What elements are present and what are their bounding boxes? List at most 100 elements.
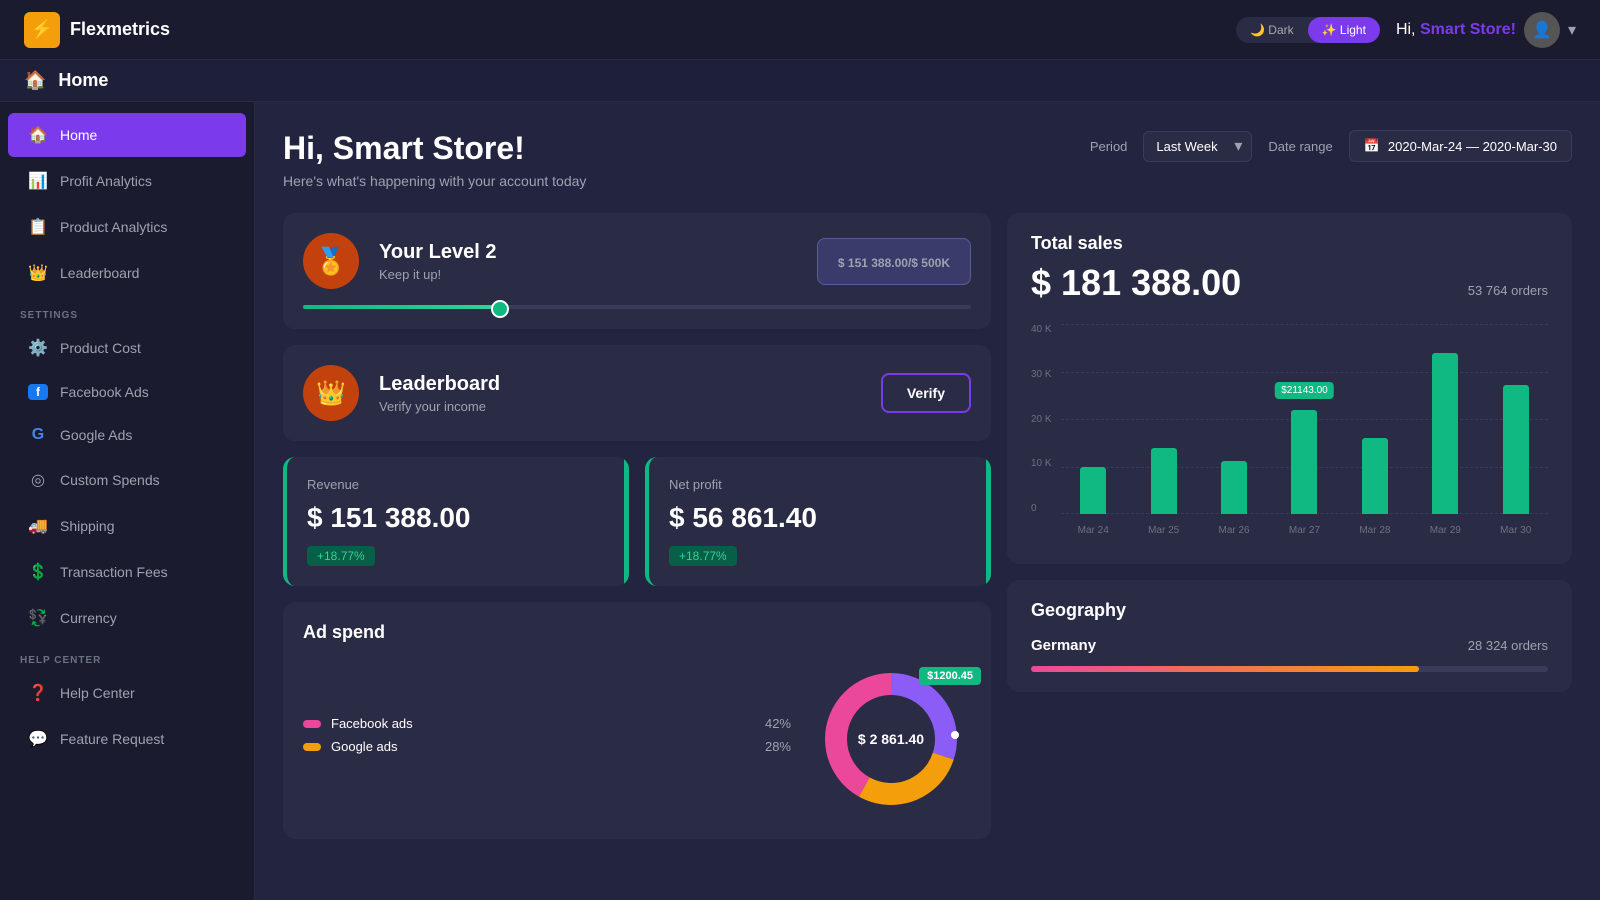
custom-spends-icon: ◎ (28, 470, 48, 490)
sidebar-item-product-analytics[interactable]: 📋 Product Analytics (8, 205, 246, 249)
bar-label-mar29: Mar 29 (1430, 525, 1461, 536)
sidebar-item-transaction-fees-label: Transaction Fees (60, 564, 168, 580)
sidebar-item-transaction-fees[interactable]: 💲 Transaction Fees (8, 550, 246, 594)
theme-toggle: 🌙 Dark ✨ Light (1236, 17, 1380, 43)
y-label-40k: 40 K (1031, 324, 1059, 335)
verify-button[interactable]: Verify (881, 373, 971, 413)
sidebar-item-shipping-label: Shipping (60, 518, 115, 534)
ad-spend-legend: Facebook ads 42% Google ads 28% (303, 716, 791, 762)
sidebar-item-feature-request[interactable]: 💬 Feature Request (8, 717, 246, 761)
level-amount: $ 151 388.00/$ 500K (817, 238, 971, 285)
period-label: Period (1090, 139, 1128, 154)
y-label-10k: 10 K (1031, 458, 1059, 469)
total-sales-title: Total sales (1031, 233, 1548, 254)
total-sales-orders: 53 764 orders (1468, 283, 1548, 298)
date-range-display[interactable]: 📅 2020-Mar-24 — 2020-Mar-30 (1349, 130, 1572, 162)
left-column: 🏅 Your Level 2 Keep it up! $ 151 388.00/… (283, 213, 991, 839)
sidebar-item-feature-request-label: Feature Request (60, 731, 164, 747)
logo-icon: ⚡ (24, 12, 60, 48)
sidebar-item-home[interactable]: 🏠 Home (8, 113, 246, 157)
bar-label-mar26: Mar 26 (1218, 525, 1249, 536)
total-sales-header-row: $ 181 388.00 53 764 orders (1031, 262, 1548, 308)
sidebar-item-facebook-ads-label: Facebook Ads (60, 384, 149, 400)
bar-chart-container: 40 K 30 K 20 K 10 K 0 (1031, 324, 1548, 544)
bar-label-mar27: Mar 27 (1289, 525, 1320, 536)
sidebar-item-currency-label: Currency (60, 610, 117, 626)
chevron-down-icon: ▾ (1568, 20, 1576, 40)
sidebar-item-leaderboard[interactable]: 👑 Leaderboard (8, 251, 246, 295)
sidebar-item-shipping[interactable]: 🚚 Shipping (8, 504, 246, 548)
y-axis-labels: 40 K 30 K 20 K 10 K 0 (1031, 324, 1059, 514)
leaderboard-card-content: 👑 Leaderboard Verify your income Verify (303, 365, 971, 421)
germany-bar-track (1031, 666, 1548, 672)
sidebar-item-facebook-ads[interactable]: f Facebook Ads (8, 372, 246, 412)
sidebar-item-currency[interactable]: 💱 Currency (8, 596, 246, 640)
page-header: Hi, Smart Store! Here's what's happening… (283, 130, 1572, 189)
total-sales-value: $ 181 388.00 (1031, 262, 1241, 304)
google-legend-dot (303, 743, 321, 751)
bar-tooltip-mar27: $21143.00 (1275, 382, 1334, 399)
level-icon: 🏅 (303, 233, 359, 289)
ad-spend-content: Facebook ads 42% Google ads 28% (303, 659, 971, 819)
period-select[interactable]: Last Week Last Month Last Year (1143, 131, 1252, 162)
bar-mar27 (1291, 410, 1317, 515)
light-mode-button[interactable]: ✨ Light (1308, 17, 1380, 43)
facebook-legend-label: Facebook ads (331, 716, 413, 731)
sidebar-item-profit-label: Profit Analytics (60, 173, 152, 189)
sidebar-item-google-ads[interactable]: G Google Ads (8, 414, 246, 456)
leaderboard-card: 👑 Leaderboard Verify your income Verify (283, 345, 991, 441)
calendar-icon: 📅 (1364, 138, 1380, 154)
currency-icon: 💱 (28, 608, 48, 628)
leaderboard-subtitle: Verify your income (379, 399, 500, 414)
facebook-legend-dot (303, 720, 321, 728)
revenue-card: Revenue $ 151 388.00 +18.77% (283, 457, 629, 586)
germany-row: Germany 28 324 orders (1031, 637, 1548, 654)
bar-group-mar25: Mar 25 (1131, 324, 1195, 514)
bar-mar25 (1151, 448, 1177, 515)
stats-row: Revenue $ 151 388.00 +18.77% Net profit … (283, 457, 991, 586)
home-page-title: Home (58, 70, 108, 91)
leaderboard-title: Leaderboard (379, 373, 500, 396)
fees-icon: 💲 (28, 562, 48, 582)
bar-label-mar24: Mar 24 (1078, 525, 1109, 536)
revenue-badge: +18.77% (307, 546, 375, 566)
level-card: 🏅 Your Level 2 Keep it up! $ 151 388.00/… (283, 213, 991, 329)
period-wrapper: Last Week Last Month Last Year (1143, 131, 1252, 162)
sidebar-item-help-center[interactable]: ❓ Help Center (8, 671, 246, 715)
bar-mar26 (1221, 461, 1247, 514)
y-label-20k: 20 K (1031, 414, 1059, 425)
donut-dot (951, 731, 959, 739)
sidebar-item-profit-analytics[interactable]: 📊 Profit Analytics (8, 159, 246, 203)
bar-mar29 (1432, 353, 1458, 515)
topbar-right: 🌙 Dark ✨ Light Hi, Smart Store! 👤 ▾ (1236, 12, 1576, 48)
bar-group-mar29: Mar 29 (1413, 324, 1477, 514)
dark-mode-button[interactable]: 🌙 Dark (1236, 17, 1308, 43)
facebook-icon: f (28, 384, 48, 400)
main-layout: 🏠 Home 📊 Profit Analytics 📋 Product Anal… (0, 102, 1600, 900)
bar-group-mar24: Mar 24 (1061, 324, 1125, 514)
donut-chart: $ 2 861.40 $1200.45 (811, 659, 971, 819)
bar-group-mar27: $21143.00 Mar 27 (1272, 324, 1336, 514)
bar-group-mar30: Mar 30 (1484, 324, 1548, 514)
bar-label-mar30: Mar 30 (1500, 525, 1531, 536)
bar-label-mar28: Mar 28 (1359, 525, 1390, 536)
sidebar-item-custom-spends[interactable]: ◎ Custom Spends (8, 458, 246, 502)
page-title-area: Hi, Smart Store! Here's what's happening… (283, 130, 586, 189)
settings-section-label: SETTINGS (0, 296, 254, 325)
sidebar-item-help-label: Help Center (60, 685, 135, 701)
progress-fill (303, 305, 503, 309)
bar-mar24 (1080, 467, 1106, 515)
geography-card: Geography Germany 28 324 orders (1007, 580, 1572, 692)
topbar: ⚡ Flexmetrics 🌙 Dark ✨ Light Hi, Smart S… (0, 0, 1600, 60)
sidebar-item-product-cost[interactable]: ⚙️ Product Cost (8, 326, 246, 370)
level-amount-value: $ 151 388.00 (838, 256, 908, 270)
bars-wrapper: Mar 24 Mar 25 Mar 26 (1061, 324, 1548, 514)
bar-mar28 (1362, 438, 1388, 514)
user-area[interactable]: Hi, Smart Store! 👤 ▾ (1396, 12, 1576, 48)
leaderboard-info: Leaderboard Verify your income (379, 373, 500, 414)
google-legend-pct: 28% (765, 739, 791, 754)
revenue-label: Revenue (307, 477, 609, 492)
home-header-bar: 🏠 Home (0, 60, 1600, 102)
level-subtitle: Keep it up! (379, 267, 496, 282)
gear-icon: ⚙️ (28, 338, 48, 358)
